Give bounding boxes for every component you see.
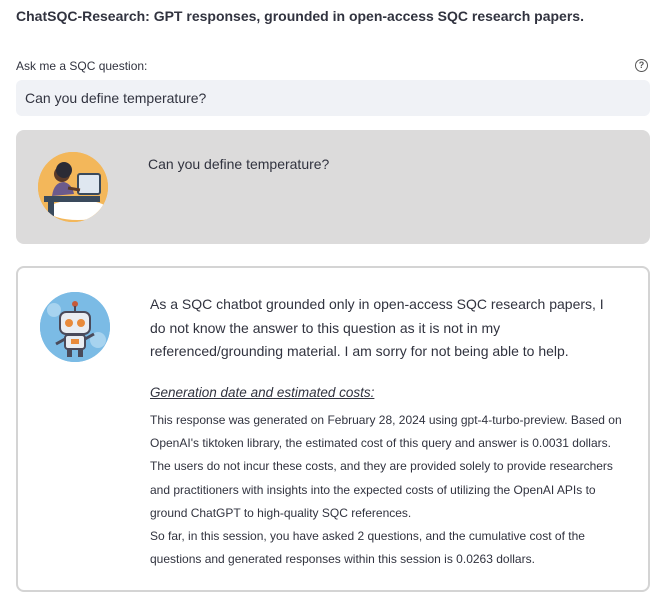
question-circle-icon[interactable]: ? <box>635 59 648 72</box>
user-chat-message: Can you define temperature? <box>16 130 650 244</box>
page-title: ChatSQC-Research: GPT responses, grounde… <box>16 8 584 24</box>
user-message-text: Can you define temperature? <box>148 156 330 172</box>
generation-costs-body: This response was generated on February … <box>150 409 626 571</box>
question-input-label: Ask me a SQC question: <box>16 59 148 73</box>
assistant-answer-text: As a SQC chatbot grounded only in open-a… <box>150 296 604 359</box>
robot-avatar <box>40 292 110 362</box>
generation-costs-heading: Generation date and estimated costs: <box>150 385 375 400</box>
generation-costs-paragraph: This response was generated on February … <box>150 413 622 520</box>
session-cost-paragraph: So far, in this session, you have asked … <box>150 529 585 567</box>
person-at-laptop-avatar <box>38 152 108 222</box>
assistant-chat-message: As a SQC chatbot grounded only in open-a… <box>16 266 650 592</box>
question-input[interactable] <box>16 80 650 116</box>
